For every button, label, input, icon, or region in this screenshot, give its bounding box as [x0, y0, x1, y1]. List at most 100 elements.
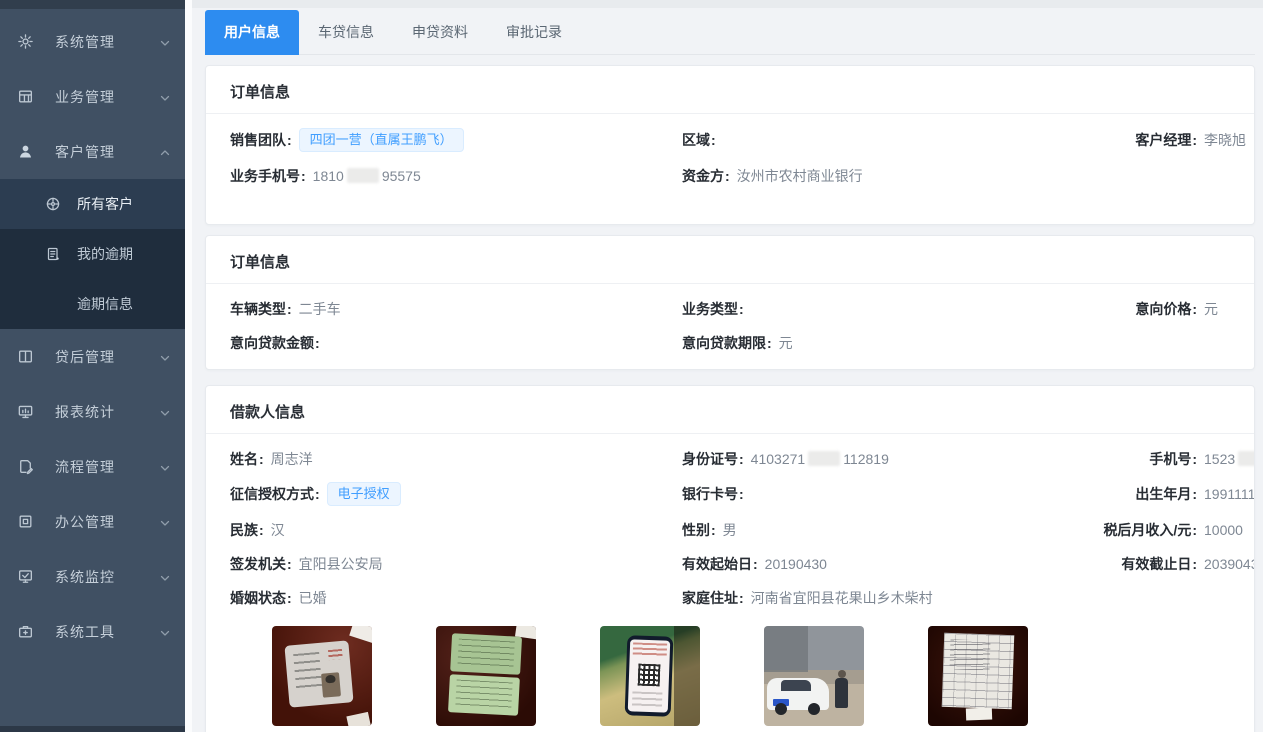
sidebar-item-postloan-management[interactable]: 贷后管理 [0, 329, 185, 384]
field-label: 业务手机号 [230, 166, 313, 186]
sidebar-menu: 系统管理 业务管理 客户管理 [0, 14, 185, 659]
field-birth-date: 出生年月 19911111 [1092, 482, 1255, 506]
sidebar-item-label: 系统监控 [55, 567, 159, 587]
card-title: 借款人信息 [206, 386, 1254, 434]
sidebar-item-my-overdue[interactable]: 我的逾期 [0, 229, 185, 279]
sidebar-item-label: 业务管理 [55, 87, 159, 107]
photo-thumbnail-person-with-car[interactable]: 人车合影 [764, 626, 864, 732]
sidebar-item-label: 流程管理 [55, 457, 159, 477]
chevron-down-icon [159, 351, 171, 363]
field-label: 资金方 [682, 166, 737, 186]
field-value-masked: 181095575 [313, 168, 421, 184]
field-business-type: 业务类型 [682, 298, 1092, 319]
tab-approval-records[interactable]: 审批记录 [487, 10, 581, 55]
sales-team-tag[interactable]: 四团一营（直属王鹏飞） [299, 128, 464, 152]
license-booklet-photo[interactable] [436, 626, 536, 726]
field-ethnicity: 民族 汉 [230, 519, 682, 540]
sidebar-item-all-customers[interactable]: 所有客户 [0, 179, 185, 229]
sidebar-item-label: 报表统计 [55, 402, 159, 422]
field-label: 客户经理 [1092, 130, 1204, 150]
field-label: 车辆类型 [230, 299, 299, 319]
photo-thumbnail-auth-qrcode[interactable]: 征信授权 [600, 626, 700, 732]
field-value: 二手车 [299, 299, 341, 319]
field-home-address: 家庭住址 河南省宜阳县花果山乡木柴村 [682, 587, 1092, 608]
field-label: 业务类型 [682, 299, 751, 319]
field-marital-status: 婚姻状态 已婚 [230, 587, 682, 608]
credit-auth-qrcode-photo[interactable] [600, 626, 700, 726]
sidebar: 系统管理 业务管理 客户管理 [0, 0, 185, 732]
content-area: 用户信息 车贷信息 申贷资料 审批记录 订单信息 销售团队 四团一营（直属王鹏飞… [192, 0, 1263, 732]
field-label: 区域 [682, 130, 723, 150]
borrower-photos: 身份证 行驶证照片 征信授权 [272, 626, 1230, 732]
monitor-check-icon [17, 568, 34, 585]
field-mobile: 手机号 15236137 [1092, 448, 1255, 469]
borrower-info-card: 借款人信息 姓名 周志洋 身份证号 4103271112819 手机号 1523… [205, 385, 1255, 732]
field-vehicle-type: 车辆类型 二手车 [230, 298, 682, 319]
redaction-blur [347, 168, 379, 183]
sidebar-item-label: 我的逾期 [77, 244, 133, 264]
sidebar-item-customer-management[interactable]: 客户管理 [0, 124, 185, 179]
sidebar-item-label: 客户管理 [55, 142, 159, 162]
sidebar-item-label: 办公管理 [55, 512, 159, 532]
toolbox-icon [17, 623, 34, 640]
sidebar-item-system-monitor[interactable]: 系统监控 [0, 549, 185, 604]
document-edit-icon [17, 458, 34, 475]
field-intent-loan-term: 意向贷款期限 元 [682, 332, 1092, 353]
circled-asterisk-icon [45, 196, 61, 212]
field-issuing-authority: 签发机关 宜阳县公安局 [230, 553, 682, 574]
redaction-blur [808, 451, 840, 466]
open-book-icon [17, 348, 34, 365]
field-value: 周志洋 [271, 449, 313, 469]
sidebar-item-report-statistics[interactable]: 报表统计 [0, 384, 185, 439]
field-value: 李晓旭 [1204, 130, 1246, 150]
sidebar-item-system-management[interactable]: 系统管理 [0, 14, 185, 69]
sidebar-item-label: 逾期信息 [77, 294, 133, 314]
sidebar-bottom-strip [0, 726, 185, 732]
field-value-masked: 4103271112819 [751, 451, 889, 467]
chevron-down-icon [159, 91, 171, 103]
sidebar-item-overdue-info[interactable]: 逾期信息 [0, 279, 185, 329]
field-monthly-income: 税后月收入/元 10000 [1092, 519, 1255, 540]
chevron-down-icon [159, 36, 171, 48]
field-value: 元 [779, 333, 793, 353]
order-info-card-1: 订单信息 销售团队 四团一营（直属王鹏飞） 区域 客户经理 李晓旭 [205, 65, 1255, 225]
field-valid-to: 有效截止日 20390430 [1092, 553, 1255, 574]
customer-management-submenu: 所有客户 我的逾期 逾期信息 [0, 179, 185, 329]
field-value: 元 [1204, 299, 1218, 319]
field-label: 意向价格 [1092, 299, 1204, 319]
id-card-photo[interactable] [272, 626, 372, 726]
chevron-down-icon [159, 406, 171, 418]
field-customer-manager: 客户经理 李晓旭 [1092, 128, 1246, 152]
chevron-down-icon [159, 516, 171, 528]
field-bank-card: 银行卡号 [682, 482, 1092, 506]
sidebar-item-process-management[interactable]: 流程管理 [0, 439, 185, 494]
customer-detail-page: 系统管理 业务管理 客户管理 [0, 0, 1263, 732]
sidebar-item-label: 系统工具 [55, 622, 159, 642]
tab-loan-application-docs[interactable]: 申贷资料 [393, 10, 487, 55]
photo-thumbnail-id-card[interactable]: 身份证 [272, 626, 372, 732]
credit-auth-tag[interactable]: 电子授权 [327, 482, 401, 506]
chevron-up-icon [159, 146, 171, 158]
photo-thumbnail-license-booklet[interactable]: 行驶证照片 [436, 626, 536, 732]
sidebar-item-system-tools[interactable]: 系统工具 [0, 604, 185, 659]
card-title: 订单信息 [206, 66, 1254, 114]
sidebar-item-label: 贷后管理 [55, 347, 159, 367]
nested-square-icon [17, 513, 34, 530]
card-title: 订单信息 [206, 236, 1254, 284]
field-label: 销售团队 [230, 130, 299, 150]
sidebar-item-office-management[interactable]: 办公管理 [0, 494, 185, 549]
sidebar-item-label: 所有客户 [77, 194, 133, 214]
detail-tabs: 用户信息 车贷信息 申贷资料 审批记录 [205, 10, 1255, 55]
field-value: 汝州市农村商业银行 [737, 166, 863, 186]
order-info-card-2: 订单信息 车辆类型 二手车 业务类型 意向价格 元 [205, 235, 1255, 370]
sidebar-item-business-management[interactable]: 业务管理 [0, 69, 185, 124]
qr-code [638, 664, 661, 687]
field-funder: 资金方 汝州市农村商业银行 [682, 165, 1092, 186]
photo-thumbnail-handwritten-doc[interactable]: 其他资料 [928, 626, 1028, 732]
person-with-car-photo[interactable] [764, 626, 864, 726]
handwritten-document-photo[interactable] [928, 626, 1028, 726]
tab-car-loan-info[interactable]: 车贷信息 [299, 10, 393, 55]
tab-user-info[interactable]: 用户信息 [205, 10, 299, 55]
sidebar-content-divider [185, 0, 192, 732]
field-business-phone: 业务手机号 181095575 [230, 165, 682, 186]
